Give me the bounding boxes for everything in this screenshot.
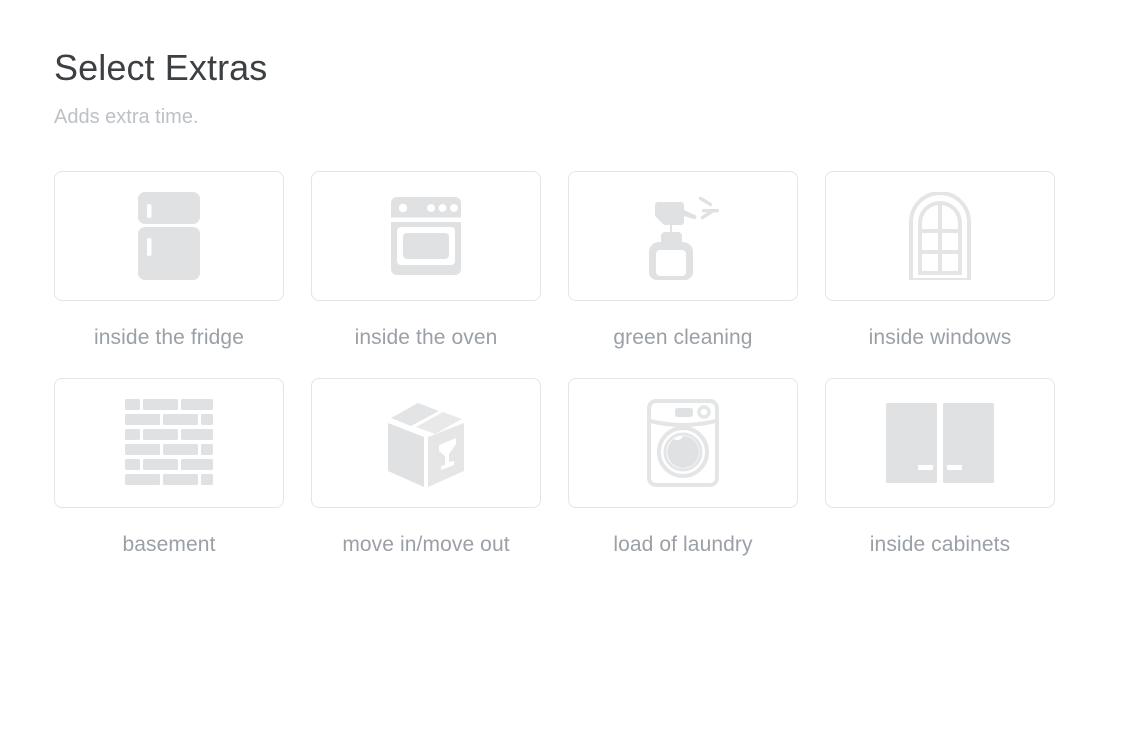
- extra-option-inside-cabinets[interactable]: inside cabinets: [825, 378, 1055, 557]
- extra-option-inside-windows[interactable]: inside windows: [825, 171, 1055, 350]
- extra-label: inside the fridge: [94, 326, 244, 350]
- extra-card-load-of-laundry[interactable]: [568, 378, 798, 509]
- extra-card-green-cleaning[interactable]: [568, 171, 798, 302]
- extra-card-basement[interactable]: [54, 378, 284, 509]
- oven-icon: [391, 197, 461, 276]
- fridge-icon: [138, 192, 200, 281]
- extra-option-inside-the-oven[interactable]: inside the oven: [311, 171, 541, 350]
- select-extras-page: Select Extras Adds extra time. inside th…: [0, 0, 1124, 736]
- extra-label: green cleaning: [613, 326, 753, 350]
- extras-grid: inside the fridge inside the oven green …: [54, 171, 1070, 585]
- extra-label: basement: [122, 533, 216, 557]
- washing-machine-icon: [647, 399, 719, 488]
- window-icon: [908, 192, 972, 281]
- page-subtitle: Adds extra time.: [54, 106, 199, 129]
- extra-option-green-cleaning[interactable]: green cleaning: [568, 171, 798, 350]
- moving-box-icon: [383, 399, 469, 488]
- cabinets-icon: [886, 403, 994, 484]
- extra-label: inside the oven: [354, 326, 498, 350]
- extra-label: inside cabinets: [869, 533, 1011, 557]
- extra-label: move in/move out: [342, 533, 510, 557]
- extra-option-inside-the-fridge[interactable]: inside the fridge: [54, 171, 284, 350]
- page-title: Select Extras: [54, 47, 268, 88]
- extra-option-load-of-laundry[interactable]: load of laundry: [568, 378, 798, 557]
- extra-card-inside-windows[interactable]: [825, 171, 1055, 302]
- extra-card-inside-the-oven[interactable]: [311, 171, 541, 302]
- extra-card-inside-cabinets[interactable]: [825, 378, 1055, 509]
- extra-option-basement[interactable]: basement: [54, 378, 284, 557]
- extra-card-inside-the-fridge[interactable]: [54, 171, 284, 302]
- extra-label: load of laundry: [613, 533, 753, 557]
- extra-card-move-in-move-out[interactable]: [311, 378, 541, 509]
- extra-label: inside windows: [868, 326, 1012, 350]
- spray-bottle-icon: [643, 192, 723, 281]
- brick-wall-icon: [125, 399, 213, 487]
- extra-option-move-in-move-out[interactable]: move in/move out: [311, 378, 541, 557]
